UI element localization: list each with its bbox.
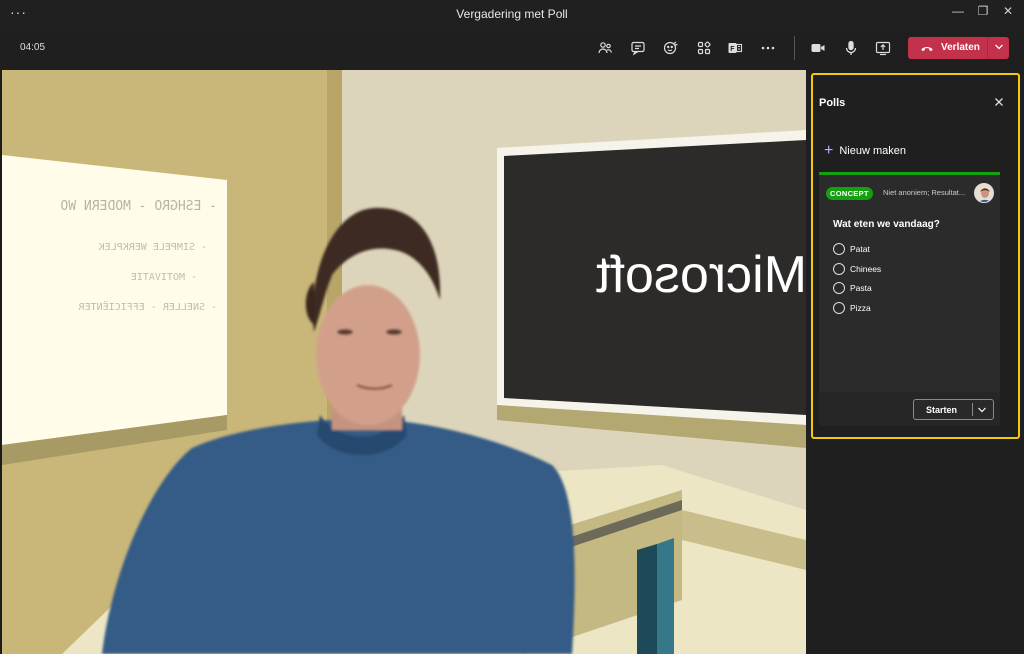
window-title: Vergadering met Poll xyxy=(456,7,568,21)
poll-option[interactable]: Pizza xyxy=(833,298,881,318)
video-stage: - ESHGRO - MODERN WO - SIMPELE WERKPLEK … xyxy=(2,70,806,654)
toolbar-separator xyxy=(794,36,795,60)
start-divider xyxy=(972,403,973,416)
close-window-icon[interactable]: ✕ xyxy=(998,4,1018,18)
whiteboard-line-1: - ESHGRO - MODERN WO xyxy=(60,199,217,214)
poll-options: Patat Chinees Pasta Pizza xyxy=(833,239,881,318)
poll-settings-text: Niet anoniem; Resultat... xyxy=(883,188,966,197)
new-poll-button[interactable]: + Nieuw maken xyxy=(824,142,906,159)
video-feed: - ESHGRO - MODERN WO - SIMPELE WERKPLEK … xyxy=(2,70,806,654)
start-poll-label: Starten xyxy=(926,405,958,415)
title-bar: ··· Vergadering met Poll — ❐ ✕ xyxy=(0,0,1024,26)
reactions-icon[interactable] xyxy=(661,38,681,58)
leave-button[interactable]: Verlaten xyxy=(908,37,1009,59)
whiteboard-line-3: - MOTIVATIE xyxy=(131,272,197,283)
chevron-down-icon[interactable] xyxy=(977,404,987,416)
mic-icon[interactable] xyxy=(841,38,861,58)
start-poll-button[interactable]: Starten xyxy=(913,399,994,420)
people-icon[interactable] xyxy=(595,38,615,58)
chevron-down-icon[interactable] xyxy=(994,41,1004,53)
radio-icon[interactable] xyxy=(833,301,845,314)
panel-title: Polls xyxy=(819,97,846,109)
hang-up-icon xyxy=(921,47,933,52)
leave-label: Verlaten xyxy=(941,42,980,53)
radio-icon[interactable] xyxy=(833,242,845,255)
camera-icon[interactable] xyxy=(808,38,828,58)
status-badge: CONCEPT xyxy=(826,187,873,200)
poll-card[interactable]: CONCEPT Niet anoniem; Resultat... Wat et… xyxy=(819,172,1000,426)
share-screen-icon[interactable] xyxy=(873,38,893,58)
restore-icon[interactable]: ❐ xyxy=(973,4,993,18)
poll-option-label: Pizza xyxy=(850,302,871,313)
radio-icon[interactable] xyxy=(833,282,845,295)
poll-option-label: Pasta xyxy=(850,283,872,294)
whiteboard-line-2: - SIMPELE WERKPLEK xyxy=(99,242,207,253)
screen-logo-text: Microsoft xyxy=(596,246,806,304)
poll-question: Wat eten we vandaag? xyxy=(833,219,940,230)
wall-screen: Microsoft xyxy=(497,130,806,448)
whiteboard: - ESHGRO - MODERN WO - SIMPELE WERKPLEK … xyxy=(2,155,227,465)
poll-card-footer: Starten xyxy=(819,392,1000,426)
meeting-toolbar: 04:05 F Verlaten xyxy=(0,26,1024,87)
meeting-timer: 04:05 xyxy=(20,42,46,53)
whiteboard-line-4: - SNELLER - EFFICIËNTER xyxy=(78,300,217,313)
radio-icon[interactable] xyxy=(833,262,845,275)
close-icon[interactable] xyxy=(992,95,1006,109)
leave-divider xyxy=(987,37,988,59)
minimize-icon[interactable]: — xyxy=(948,4,968,18)
svg-text:F: F xyxy=(730,46,735,53)
polls-icon[interactable]: F xyxy=(725,38,745,58)
polls-panel: Polls + Nieuw maken CONCEPT Niet anoniem… xyxy=(806,70,1024,654)
poll-option[interactable]: Pasta xyxy=(833,278,881,298)
poll-option-label: Chinees xyxy=(850,263,882,274)
avatar xyxy=(974,183,994,203)
new-poll-label: Nieuw maken xyxy=(839,145,906,157)
poll-option[interactable]: Chinees xyxy=(833,259,881,279)
plus-icon: + xyxy=(824,142,834,159)
more-actions-icon[interactable] xyxy=(758,38,778,58)
apps-icon[interactable] xyxy=(694,38,714,58)
poll-option[interactable]: Patat xyxy=(833,239,881,259)
chat-icon[interactable] xyxy=(628,38,648,58)
poll-option-label: Patat xyxy=(850,243,870,254)
